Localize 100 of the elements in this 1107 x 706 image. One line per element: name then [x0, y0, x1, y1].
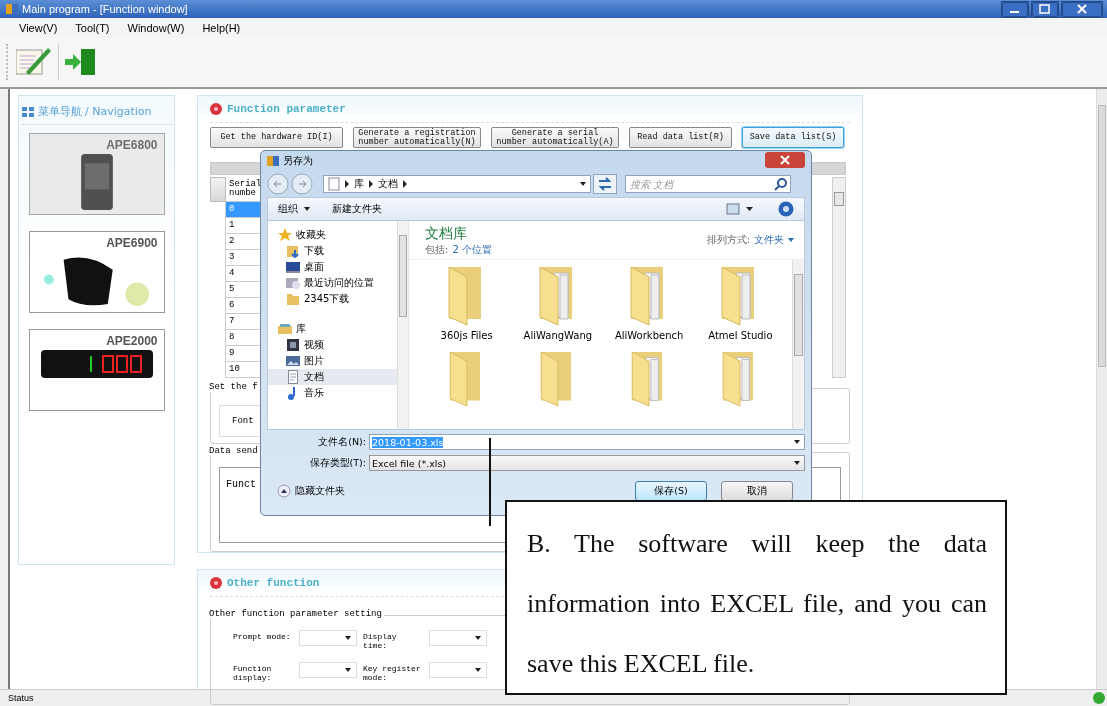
- back-button[interactable]: [267, 173, 289, 195]
- field-label: Prompt mode:: [233, 631, 292, 641]
- folder-name[interactable]: 360js Files: [440, 330, 493, 341]
- dialog-button[interactable]: 取消: [721, 481, 793, 501]
- dropdown[interactable]: [429, 662, 487, 678]
- tree-item[interactable]: 收藏夹: [268, 227, 397, 243]
- menu-item[interactable]: Help(H): [193, 21, 250, 34]
- library-icon: [278, 322, 292, 336]
- action-button[interactable]: Read data list(R): [629, 127, 732, 148]
- document-icon: [286, 370, 300, 384]
- search-icon: [774, 177, 788, 191]
- folder-name[interactable]: AliWangWang: [523, 330, 593, 341]
- dropdown[interactable]: [299, 662, 357, 678]
- dialog-title: 另存为: [283, 154, 313, 168]
- tree-item[interactable]: 2345下载: [268, 291, 397, 307]
- menu-item[interactable]: Tool(T): [66, 21, 119, 34]
- panel-title: Function parameter: [227, 103, 346, 115]
- product-label: APE6800: [106, 138, 158, 152]
- status-icon: [1093, 692, 1105, 704]
- panel-title: 菜单导航 / Navigation: [37, 104, 152, 119]
- group-label: Other function parameter setting: [209, 609, 384, 619]
- search-box[interactable]: 搜索 文档: [625, 175, 791, 193]
- dropdown[interactable]: [299, 630, 357, 646]
- maximize-button[interactable]: [1031, 0, 1059, 18]
- view-options-button[interactable]: [726, 202, 756, 216]
- close-button[interactable]: [765, 152, 805, 168]
- product-label: APE6900: [106, 236, 158, 250]
- forward-button[interactable]: [291, 173, 313, 195]
- dialog-button[interactable]: 保存(S): [635, 481, 707, 501]
- caret-icon: [304, 207, 310, 211]
- breadcrumb[interactable]: 文档: [378, 177, 398, 191]
- chevron-icon: [403, 180, 407, 188]
- help-icon: [210, 577, 222, 589]
- library-title: 文档库: [425, 225, 468, 243]
- chevron-icon: [345, 180, 349, 188]
- product-label: APE2000: [106, 334, 158, 348]
- watch-drawing: [79, 154, 114, 210]
- group-label: Data send: [209, 446, 260, 456]
- toolbar-button[interactable]: 新建文件夹: [332, 202, 382, 216]
- action-button[interactable]: Generate a serial number automatically(A): [491, 127, 619, 148]
- arrange-dropdown[interactable]: 文件夹: [754, 233, 794, 247]
- film-icon: [286, 338, 300, 352]
- dropdown[interactable]: [429, 630, 487, 646]
- status-text: Status: [8, 693, 34, 703]
- menu-item[interactable]: Window(W): [118, 21, 194, 34]
- caret-icon: [794, 440, 800, 444]
- caret-icon: [475, 636, 481, 640]
- caret-icon: [345, 636, 351, 640]
- address-bar[interactable]: 库 文档: [323, 175, 591, 193]
- refresh-button[interactable]: [593, 174, 617, 194]
- star-icon: [278, 228, 292, 242]
- download-folder-icon: [286, 244, 300, 258]
- scrollbar[interactable]: [792, 260, 804, 429]
- scrollbar[interactable]: [832, 177, 846, 378]
- tree-item[interactable]: 音乐: [268, 385, 397, 401]
- close-button[interactable]: [1061, 0, 1103, 18]
- hide-folders-button[interactable]: 隐藏文件夹: [277, 484, 345, 498]
- tree-item[interactable]: 桌面: [268, 259, 397, 275]
- action-button[interactable]: Get the hardware ID(I): [210, 127, 343, 148]
- edit-document-icon[interactable]: [16, 48, 52, 76]
- search-field[interactable]: 搜索 文档: [626, 178, 774, 190]
- tree-item[interactable]: 文档: [268, 369, 397, 385]
- product-card[interactable]: APE2000: [28, 329, 165, 411]
- text-area-label: Funct: [226, 479, 256, 490]
- product-card[interactable]: APE6800: [28, 133, 165, 215]
- file-type-dropdown[interactable]: Excel file (*.xls): [369, 455, 805, 471]
- caret-icon: [345, 668, 351, 672]
- help-icon[interactable]: [778, 201, 794, 217]
- scrollbar[interactable]: [397, 221, 408, 429]
- app-icon: [6, 3, 18, 15]
- field-label: 文件名(N):: [317, 435, 367, 449]
- minimize-button[interactable]: [1001, 0, 1029, 18]
- menu-item[interactable]: View(V): [10, 21, 67, 34]
- window-title: Main program - [Function window]: [22, 3, 188, 15]
- app-icon: [267, 155, 279, 167]
- caret-icon: [788, 238, 794, 242]
- tree-item[interactable]: 库: [268, 321, 397, 337]
- tree-item[interactable]: 最近访问的位置: [268, 275, 397, 291]
- tree-item[interactable]: 视频: [268, 337, 397, 353]
- group-label: Set the f: [209, 382, 260, 392]
- product-card[interactable]: APE6900: [28, 231, 165, 313]
- field-label: 保存类型(T):: [308, 456, 367, 470]
- grid-icon: [21, 106, 34, 117]
- scrollbar[interactable]: [1096, 89, 1107, 689]
- breadcrumb[interactable]: 库: [354, 177, 364, 191]
- folder-name[interactable]: AliWorkbench: [614, 330, 684, 341]
- action-button[interactable]: Generate a registration number automatically(N): [353, 127, 481, 148]
- tree-item[interactable]: 图片: [268, 353, 397, 369]
- folder-name[interactable]: Atmel Studio: [708, 330, 773, 341]
- locations-link[interactable]: 2 个位置: [452, 243, 492, 257]
- toolbar-button[interactable]: 组织: [278, 202, 310, 216]
- caret-icon: [794, 461, 800, 465]
- field-label: Key register mode:: [363, 663, 422, 682]
- document-icon: [328, 177, 340, 191]
- tree-item[interactable]: 下载: [268, 243, 397, 259]
- field-label: Function display:: [233, 663, 273, 682]
- action-button[interactable]: Save data list(S): [742, 127, 844, 148]
- picture-icon: [286, 354, 300, 368]
- exit-door-icon[interactable]: [65, 49, 95, 75]
- help-icon: [210, 103, 222, 115]
